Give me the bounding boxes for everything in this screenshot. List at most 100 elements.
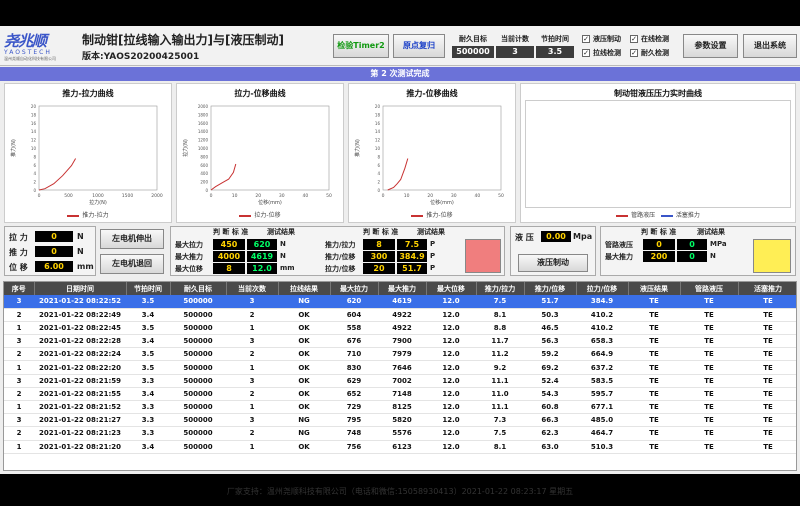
chart-pull-vs-displacement: 拉力-位移曲线 2000 1800 1600 1400 1200 1000 800 600 40… — [176, 83, 344, 223]
check-durability-test[interactable]: ✓ 耐久检测 — [630, 48, 669, 58]
left-motor-retract-button[interactable]: 左电机退回 — [100, 254, 164, 274]
table-cell: 2021-01-22 08:22:24 — [34, 347, 126, 362]
criteria-label: 管路液压 — [605, 241, 633, 249]
y-tick-label: 4 — [33, 171, 36, 176]
x-tick-label: 1000 — [92, 193, 104, 199]
table-cell: 3.5 — [126, 295, 170, 309]
table-cell: TE — [680, 387, 738, 402]
x-axis-label: 位移(mm) — [258, 199, 282, 206]
table-cell: TE — [738, 360, 796, 375]
table-cell: TE — [680, 413, 738, 428]
table-row[interactable]: 3 2021-01-22 08:22:52 3.5 500000 3 NG 620 4619 1… — [4, 295, 796, 309]
column-header[interactable]: 节拍时间 — [126, 282, 171, 295]
x-tick-label: 40 — [303, 193, 309, 199]
table-cell: 8.8 — [476, 321, 524, 336]
table-cell: 2 — [4, 347, 34, 362]
table-cell: TE — [738, 387, 796, 402]
column-header[interactable]: 液压结果 — [628, 282, 681, 295]
column-header[interactable]: 推力/拉力 — [476, 282, 525, 295]
exit-system-button[interactable]: 退出系统 — [743, 34, 797, 58]
table-row[interactable]: 3 2021-01-22 08:22:28 3.4 500000 3 OK 676 7900 1… — [4, 334, 796, 349]
table-row[interactable]: 2 2021-01-22 08:21:23 3.3 500000 2 NG 748 5576 1… — [4, 426, 796, 441]
column-header[interactable]: 拉线结果 — [278, 282, 331, 295]
criteria-unit: P — [430, 240, 436, 248]
table-cell: 59.2 — [524, 347, 576, 362]
column-header[interactable]: 管路液压 — [680, 282, 739, 295]
chart-hydraulic-realtime: 制动钳液压压力实时曲线 管路液压 活塞推力 — [520, 83, 796, 223]
hydraulic-unit: Mpa — [573, 232, 593, 241]
table-row[interactable]: 3 2021-01-22 08:21:27 3.3 500000 3 NG 795 5820 1… — [4, 413, 796, 428]
criteria-min-value: 0 — [643, 239, 675, 250]
monitor-screen: 尧兆顺 YAOSTECH 温州尧顺自动化科技有限公司 制动钳[拉线输入输出力]与… — [0, 0, 800, 506]
criteria-unit: mm — [280, 264, 295, 272]
table-cell: TE — [628, 440, 680, 454]
measured-value: 7.5 — [397, 239, 427, 250]
column-header[interactable]: 拉力/位移 — [576, 282, 629, 295]
x-tick-label: 10 — [232, 193, 238, 199]
column-header[interactable]: 日期时间 — [34, 282, 127, 295]
table-cell: 12.0 — [426, 360, 476, 375]
parameter-settings-button[interactable]: 参数设置 — [683, 34, 738, 58]
check-cable-test[interactable]: ✓ 拉线检测 — [582, 48, 621, 58]
x-tick-label: 20 — [427, 193, 433, 199]
checkbox-icon: ✓ — [630, 35, 638, 43]
y-tick-label: 20 — [31, 104, 37, 109]
column-header[interactable]: 耐久目标 — [170, 282, 227, 295]
criteria-label: 推力/位移 — [325, 253, 356, 261]
left-motor-extend-button[interactable]: 左电机伸出 — [100, 229, 164, 249]
table-cell: 12.0 — [426, 295, 476, 309]
table-cell: 5576 — [378, 426, 426, 441]
table-cell: 46.5 — [524, 321, 576, 336]
column-header[interactable]: 序号 — [4, 282, 35, 295]
table-cell: 11.7 — [476, 334, 524, 349]
criteria-unit: P — [430, 264, 436, 272]
column-header[interactable]: 最大位移 — [426, 282, 477, 295]
criteria-min-value: 8 — [213, 263, 245, 274]
y-tick-label: 2 — [33, 180, 36, 185]
check-hydraulic-brake[interactable]: ✓ 液压制动 — [582, 34, 621, 44]
table-cell: 2021-01-22 08:21:59 — [34, 374, 126, 388]
table-row[interactable]: 3 2021-01-22 08:21:59 3.3 500000 3 OK 629 7002 1… — [4, 374, 796, 388]
table-cell: 756 — [330, 440, 378, 454]
table-cell: TE — [628, 334, 680, 349]
table-cell: 410.2 — [576, 321, 628, 336]
column-header[interactable]: 最大推力 — [378, 282, 427, 295]
table-cell: 1 — [226, 360, 278, 375]
hydraulic-brake-button[interactable]: 液压制动 — [518, 254, 588, 272]
hydraulic-value: 0.00 — [541, 231, 571, 242]
table-cell: TE — [628, 360, 680, 375]
table-row[interactable]: 2 2021-01-22 08:21:55 3.4 500000 2 OK 652 7148 1… — [4, 387, 796, 402]
table-row[interactable]: 2 2021-01-22 08:22:49 3.4 500000 2 OK 604 4922 1… — [4, 308, 796, 322]
criteria-label: 拉力/位移 — [325, 265, 356, 273]
cable-result-indicator — [465, 239, 501, 273]
table-cell: TE — [628, 413, 680, 428]
table-cell: 3 — [4, 413, 34, 428]
table-row[interactable]: 1 2021-01-22 08:22:45 3.5 500000 1 OK 558 4922 1… — [4, 321, 796, 336]
y-tick-label: 2 — [377, 180, 380, 185]
column-header[interactable]: 活塞推力 — [738, 282, 796, 295]
column-header[interactable]: 推力/位移 — [524, 282, 577, 295]
column-header[interactable]: 当前次数 — [226, 282, 279, 295]
table-cell: TE — [680, 374, 738, 388]
y-tick-label: 4 — [377, 171, 380, 176]
timer-button[interactable]: 检验Timer2 — [333, 34, 389, 58]
check-online-test[interactable]: ✓ 在线检测 — [630, 34, 669, 44]
y-tick-label: 0 — [205, 188, 208, 193]
column-header[interactable]: 最大拉力 — [330, 282, 379, 295]
table-row[interactable]: 1 2021-01-22 08:22:20 3.5 500000 1 OK 830 7646 1… — [4, 360, 796, 375]
table-cell: OK — [278, 321, 330, 336]
table-cell: 7148 — [378, 387, 426, 402]
y-tick-label: 6 — [377, 163, 380, 168]
legend-label: 推力-拉力 — [82, 212, 109, 219]
results-table[interactable]: 序号 日期时间 节拍时间 耐久目标 当前次数 拉线结果 最大拉力 最大推力 最大位移 推力/拉力推… — [3, 281, 797, 471]
table-cell: TE — [628, 374, 680, 388]
company-logo: 尧兆顺 YAOSTECH 温州尧顺自动化科技有限公司 — [4, 30, 74, 62]
table-row[interactable]: 1 2021-01-22 08:21:20 3.4 500000 1 OK 756 6123 1… — [4, 440, 796, 454]
y-tick-label: 800 — [200, 154, 208, 159]
table-row[interactable]: 2 2021-01-22 08:22:24 3.5 500000 2 OK 710 7979 1… — [4, 347, 796, 362]
legend-label: 活塞推力 — [675, 212, 700, 219]
table-row[interactable]: 1 2021-01-22 08:21:52 3.3 500000 1 OK 729 8125 1… — [4, 400, 796, 415]
table-cell: 12.0 — [426, 400, 476, 415]
home-reset-button[interactable]: 原点复归 — [393, 34, 445, 58]
logo-company-name: 温州尧顺自动化科技有限公司 — [4, 56, 56, 61]
